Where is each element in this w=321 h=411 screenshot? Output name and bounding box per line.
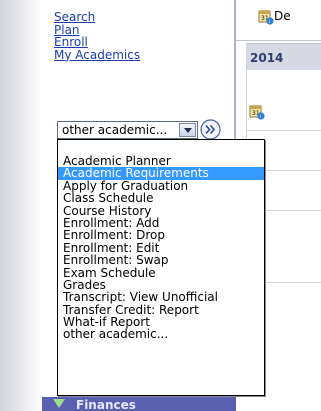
nav-link-search[interactable]: Search [54,11,140,24]
option-transcript-view-unofficial[interactable]: Transcript: View Unofficial [58,291,264,304]
finances-section-header[interactable]: Finances [42,397,236,411]
row-divider [246,130,321,131]
content-top-row: 31 i De [236,0,321,41]
nav-link-enroll[interactable]: Enroll [54,36,140,49]
option-class-schedule[interactable]: Class Schedule [58,192,264,205]
option-other-academic[interactable]: other academic... [58,328,264,341]
academics-select[interactable]: other academic... [57,121,198,139]
nav-link-my-academics[interactable]: My Academics [54,48,140,62]
calendar-info-icon[interactable]: 31 i [258,9,274,25]
option-enrollment-swap[interactable]: Enrollment: Swap [58,254,264,267]
dropdown-arrow-button[interactable] [179,123,196,137]
panel-shade [0,0,42,411]
double-chevron-right-icon[interactable] [200,119,221,140]
calendar-info-icon[interactable]: 31 i [249,104,265,120]
year-header-label: 2014 [250,51,284,65]
svg-text:i: i [269,19,270,25]
finances-label: Finances [76,398,136,411]
academics-select-value: other academic... [62,123,168,137]
triangle-down-icon [53,399,65,408]
option-enrollment-drop[interactable]: Enrollment: Drop [58,229,264,242]
svg-text:i: i [260,114,261,120]
chevron-down-icon [184,128,192,133]
dropdown-options: Academic Planner Academic Requirements A… [58,155,264,341]
nav-links: Search Plan Enroll My Academics [54,11,140,61]
academics-dropdown-list: Academic Planner Academic Requirements A… [57,139,265,396]
screen: Search Plan Enroll My Academics other ac… [0,0,321,411]
year-header: 2014 [246,43,321,70]
option-academic-requirements[interactable]: Academic Requirements [58,167,264,180]
document-label: De [274,9,291,23]
